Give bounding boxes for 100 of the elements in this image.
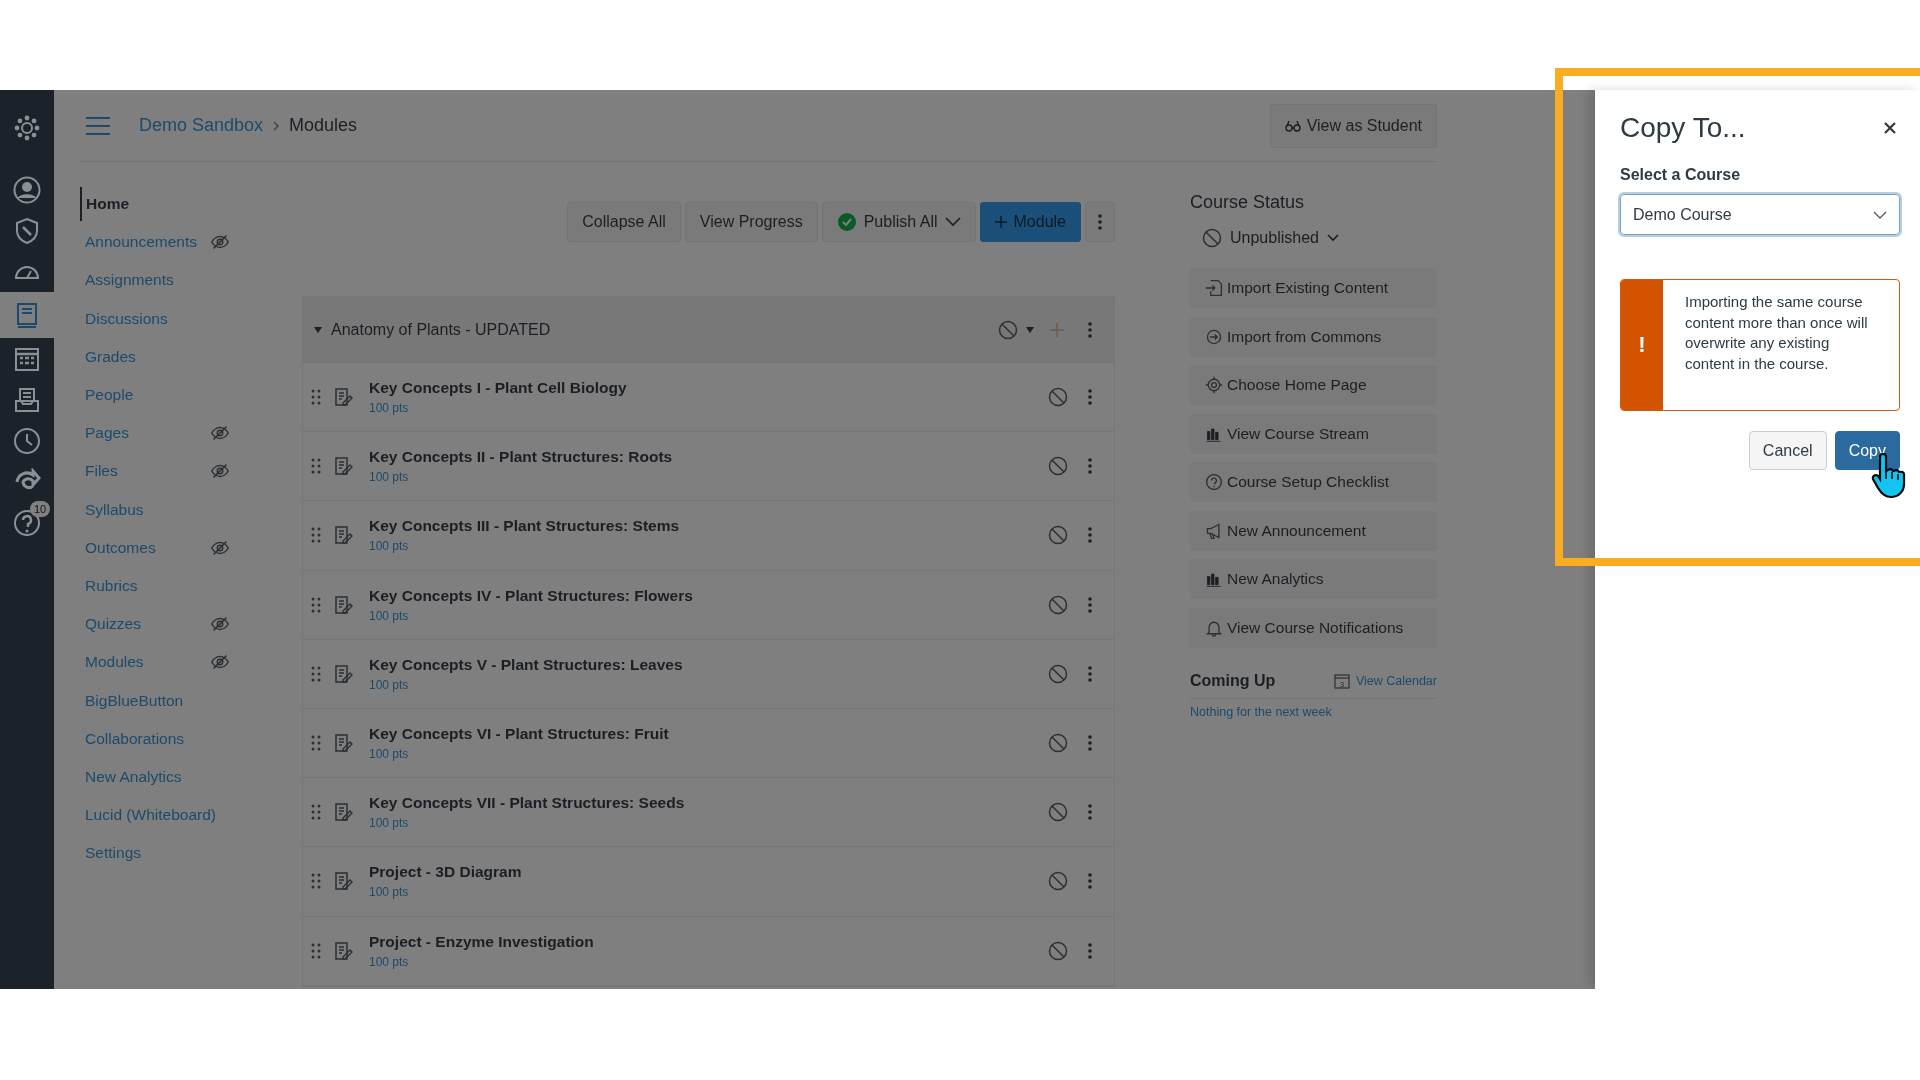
drag-handle-icon xyxy=(311,527,321,544)
warning-icon: ! xyxy=(1621,280,1663,410)
assignment-icon xyxy=(333,733,353,754)
course-nav-link[interactable]: Settings xyxy=(80,844,141,863)
course-nav-link[interactable]: Pages xyxy=(80,424,129,443)
published-icon xyxy=(836,212,857,232)
unpublished-icon xyxy=(1202,228,1222,248)
course-status-dropdown[interactable]: Unpublished xyxy=(1190,218,1345,258)
section-heading: Coming Up xyxy=(1190,671,1276,690)
module-item-title[interactable]: Project - Enzyme Investigation xyxy=(369,932,1036,951)
kebab-icon xyxy=(1088,321,1092,338)
module-item-title[interactable]: Key Concepts V - Plant Structures: Leaves xyxy=(369,655,1036,674)
empty-message: Nothing for the next week xyxy=(1190,704,1333,719)
kebab-icon xyxy=(1088,665,1092,682)
course-nav-link[interactable]: Lucid (Whiteboard) xyxy=(80,806,216,825)
shield-icon xyxy=(13,216,41,245)
field-label: Select a Course xyxy=(1620,166,1742,184)
kebab-icon xyxy=(1088,735,1092,752)
drag-handle-icon xyxy=(311,596,321,613)
kebab-icon xyxy=(1088,873,1092,890)
assignment-icon xyxy=(333,594,353,615)
caret-down-icon xyxy=(1026,326,1034,333)
bar-chart-icon xyxy=(1205,570,1223,588)
global-nav-item[interactable] xyxy=(0,292,54,338)
assignment-icon xyxy=(333,456,353,477)
view-calendar-link[interactable]: 3 View Calendar xyxy=(1333,672,1437,689)
logo-icon xyxy=(13,113,41,142)
cancel-button[interactable]: Cancel xyxy=(1748,431,1827,470)
drag-handle-icon xyxy=(311,389,321,406)
plus-icon xyxy=(1050,322,1064,337)
publish-all-button[interactable]: Publish All xyxy=(821,202,976,242)
menu-button[interactable] xyxy=(85,115,111,136)
target-icon xyxy=(1205,376,1223,394)
sidebar-action-button[interactable]: Import from Commons xyxy=(1190,316,1437,357)
drag-handle-icon xyxy=(311,665,321,682)
course-nav-link[interactable]: Outcomes xyxy=(80,538,156,557)
sidebar-action-button[interactable]: New Announcement xyxy=(1190,510,1437,551)
course-nav-link[interactable]: Syllabus xyxy=(80,500,144,519)
course-nav-link[interactable]: Grades xyxy=(80,347,136,366)
points-label: 100 pts xyxy=(369,885,410,900)
module-item-title[interactable]: Key Concepts IV - Plant Structures: Flowers xyxy=(369,586,1036,605)
module-item-title[interactable]: Key Concepts VII - Plant Structures: Seeds xyxy=(369,794,1036,813)
chevron-down-icon xyxy=(944,217,961,227)
course-nav-link[interactable]: Collaborations xyxy=(80,729,185,748)
assignment-icon xyxy=(333,802,353,823)
drag-handle-icon xyxy=(311,458,321,475)
drag-handle-icon xyxy=(311,942,321,959)
view-as-student-button[interactable]: View as Student xyxy=(1269,103,1437,148)
assignment-icon xyxy=(333,871,353,892)
view-progress-button[interactable]: View Progress xyxy=(684,202,818,242)
course-nav-link[interactable]: Files xyxy=(80,462,118,481)
calendar-icon: 3 xyxy=(1333,672,1350,689)
course-nav-link[interactable]: Announcements xyxy=(80,233,198,252)
course-nav-link[interactable]: People xyxy=(80,386,134,405)
sidebar-action-button[interactable]: Course Setup Checklist xyxy=(1190,462,1437,502)
course-nav-link[interactable]: New Analytics xyxy=(80,767,182,786)
points-label: 100 pts xyxy=(369,539,410,554)
sidebar-action-button[interactable]: New Analytics xyxy=(1190,559,1437,599)
course-select[interactable]: Demo Course xyxy=(1620,194,1900,235)
course-nav-link[interactable]: BigBlueButton xyxy=(80,691,184,710)
assignment-icon xyxy=(333,387,353,408)
kebab-icon xyxy=(1088,596,1092,613)
megaphone-icon xyxy=(1205,521,1223,540)
chevron-down-icon xyxy=(1326,234,1339,242)
course-nav-link[interactable]: Discussions xyxy=(80,309,168,328)
kebab-icon xyxy=(1088,527,1092,544)
points-label: 100 pts xyxy=(369,677,410,692)
notification-badge: 10 xyxy=(30,501,51,517)
points-label: 100 pts xyxy=(369,608,410,623)
module-item-title[interactable]: Key Concepts III - Plant Structures: Stems xyxy=(369,517,1036,536)
global-nav-item[interactable]: 10 xyxy=(0,502,54,543)
module-item-title[interactable]: Key Concepts I - Plant Cell Biology xyxy=(369,379,1036,398)
inbox-icon xyxy=(13,385,41,414)
course-nav-link[interactable]: Modules xyxy=(80,653,144,672)
kebab-icon xyxy=(1098,214,1102,230)
assignment-icon xyxy=(333,940,353,961)
sidebar-action-button[interactable]: View Course Notifications xyxy=(1190,607,1437,648)
assignment-icon xyxy=(333,525,353,546)
import-icon xyxy=(1205,279,1223,297)
chevron-right-icon xyxy=(272,120,281,131)
sidebar-action-button[interactable]: Choose Home Page xyxy=(1190,365,1437,405)
collapse-all-button[interactable]: Collapse All xyxy=(567,202,681,242)
sidebar-action-button[interactable]: Import Existing Content xyxy=(1190,268,1437,308)
more-options-button[interactable] xyxy=(1085,202,1115,242)
course-nav-link[interactable]: Assignments xyxy=(80,271,174,290)
breadcrumb-link[interactable]: Modules xyxy=(289,115,358,136)
add-module-button[interactable]: Module xyxy=(979,202,1081,242)
points-label: 100 pts xyxy=(369,401,410,416)
course-nav-link[interactable]: Quizzes xyxy=(80,615,141,634)
course-nav-link[interactable]: Home xyxy=(80,187,130,222)
course-nav-link[interactable]: Rubrics xyxy=(80,576,138,595)
module-item-title[interactable]: Key Concepts II - Plant Structures: Roots xyxy=(369,448,1036,467)
sidebar-action-button[interactable]: View Course Stream xyxy=(1190,413,1437,454)
drag-handle-icon xyxy=(311,735,321,752)
breadcrumb-link[interactable]: Demo Sandbox xyxy=(139,115,264,136)
avatar-icon xyxy=(13,175,41,204)
points-label: 100 pts xyxy=(369,816,410,831)
module-item-title[interactable]: Key Concepts VI - Plant Structures: Fruit xyxy=(369,725,1036,744)
section-heading: Course Status xyxy=(1190,192,1306,214)
module-item-title[interactable]: Project - 3D Diagram xyxy=(369,863,1036,882)
